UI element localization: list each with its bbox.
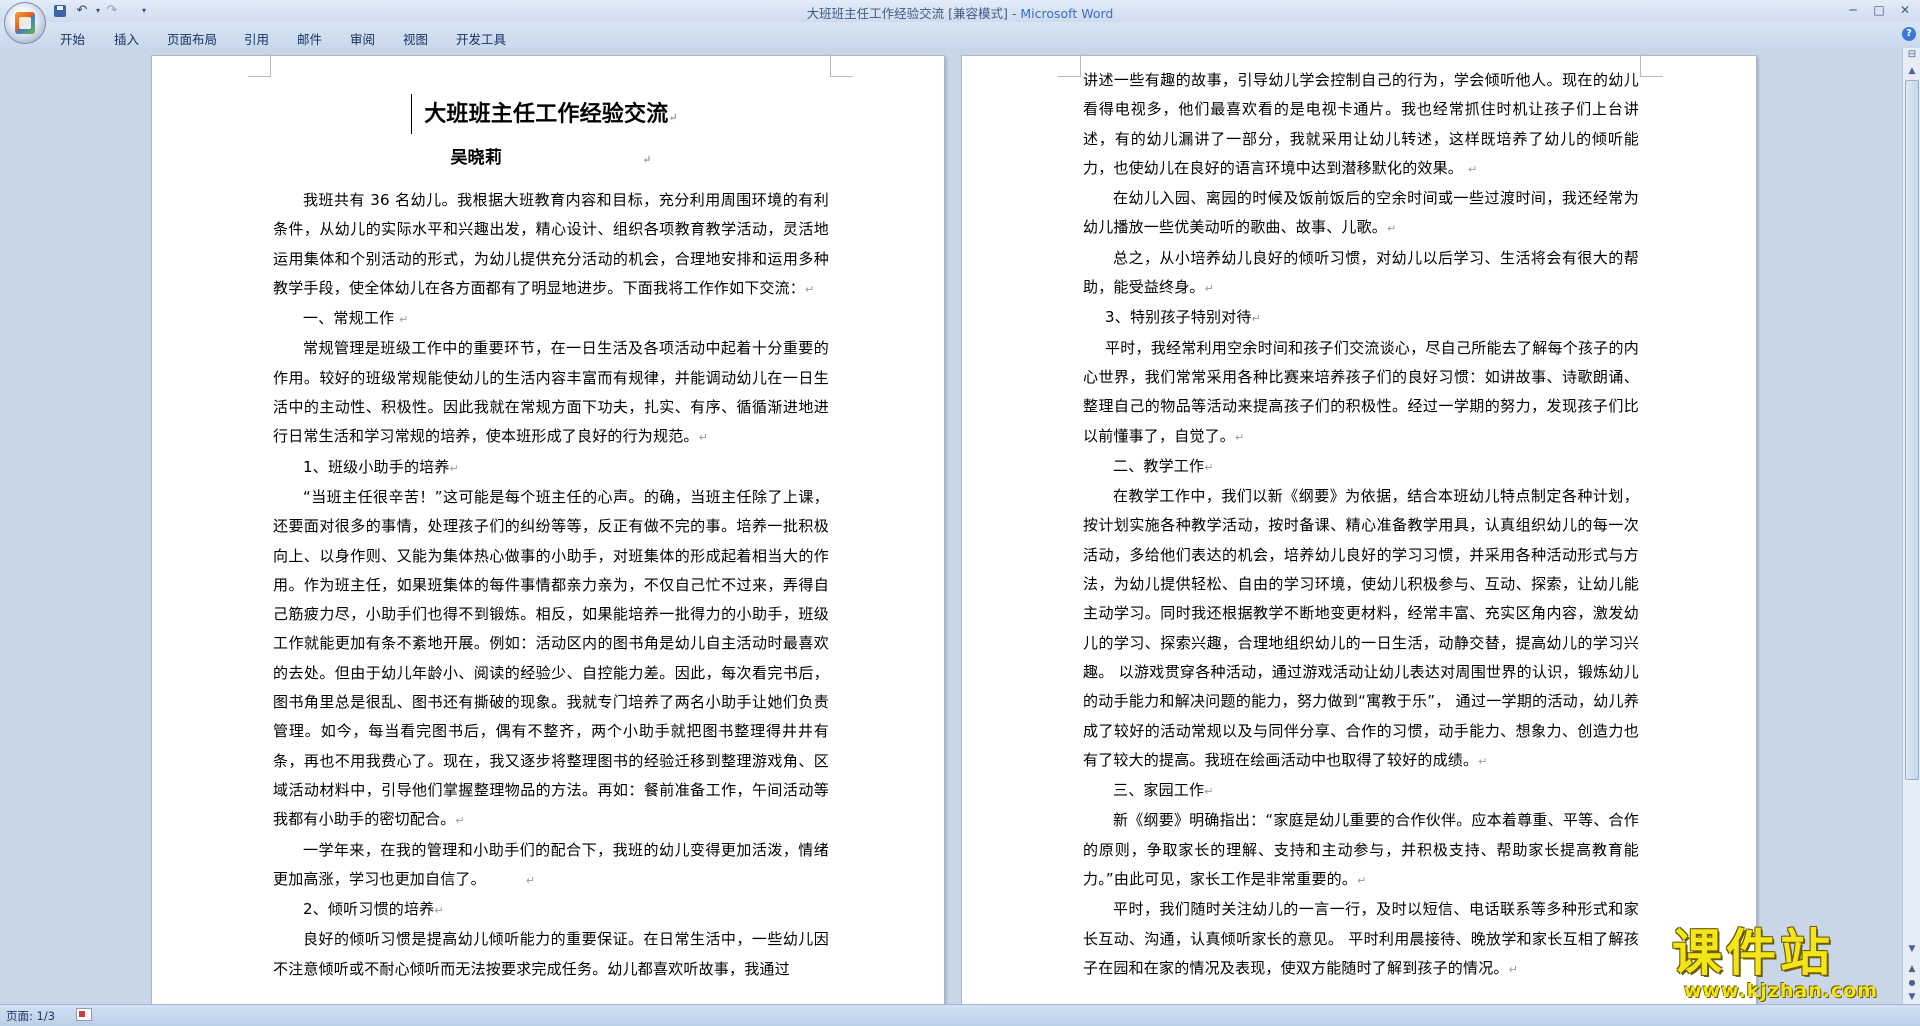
close-button[interactable]: ✕ [1896, 2, 1914, 18]
document-page-1[interactable]: 大班班主任工作经验交流↵ 吴晓莉 ↵ 我班共有 36 名幼儿。我根据大班教育内容和… [152, 54, 944, 1004]
window-title-app: Microsoft Word [1020, 6, 1114, 21]
document-author[interactable]: 吴晓莉 ↵ [273, 138, 829, 180]
paragraph[interactable]: 新《纲要》明确指出：“家庭是幼儿重要的合作伙伴。应本着尊重、平等、合作的原则，争… [1083, 806, 1639, 895]
subsection-heading[interactable]: 1、班级小助手的培养↵ [273, 453, 829, 483]
window-title-document: 大班班主任工作经验交流 [兼容模式] [806, 6, 1008, 21]
title-bar: ↶ ▾ ↷ ▾ 大班班主任工作经验交流 [兼容模式] - Microsoft W… [0, 0, 1920, 22]
vertical-scrollbar[interactable]: ⊟ ▲ ▼ ▲ ● ▼ [1902, 48, 1920, 1004]
office-button-icon [15, 12, 35, 34]
margin-corner-mark [830, 54, 853, 77]
window-title: 大班班主任工作经验交流 [兼容模式] - Microsoft Word [0, 3, 1920, 22]
ribbon-tab-bar: 开始 插入 页面布局 引用 邮件 审阅 视图 开发工具 ? [0, 22, 1920, 49]
page-number-indicator[interactable]: 页面: 1/3 [6, 1008, 55, 1024]
tab-developer[interactable]: 开发工具 [456, 29, 506, 48]
page-2-text[interactable]: 讲述一些有趣的故事，引导幼儿学会控制自己的行为，学会倾听他人。现在的幼儿看得电视… [1083, 66, 1639, 984]
document-page-2[interactable]: 讲述一些有趣的故事，引导幼儿学会控制自己的行为，学会倾听他人。现在的幼儿看得电视… [962, 54, 1756, 1004]
scrollbar-thumb[interactable] [1905, 80, 1919, 780]
watermark-logo: 课件站 www.kjzhan.com [1668, 925, 1918, 1005]
paragraph[interactable]: 在教学工作中，我们以新《纲要》为依据，结合本班幼儿特点制定各种计划，按计划实施各… [1083, 482, 1639, 776]
paragraph[interactable]: 在幼儿入园、离园的时候及饭前饭后的空余时间或一些过渡时间，我还经常为幼儿播放一些… [1083, 184, 1639, 244]
minimize-button[interactable]: ─ [1844, 2, 1862, 18]
paragraph[interactable]: 良好的倾听习惯是提高幼儿倾听能力的重要保证。在日常生活中，一些幼儿因不注意倾听或… [273, 925, 829, 984]
paragraph[interactable]: 我班共有 36 名幼儿。我根据大班教育内容和目标，充分利用周围环境的有利条件，从… [273, 186, 829, 304]
office-button[interactable] [4, 2, 46, 44]
paragraph[interactable]: 平时，我们随时关注幼儿的一言一行，及时以短信、电话联系等多种形式和家长互动、沟通… [1083, 895, 1639, 984]
help-icon[interactable]: ? [1902, 27, 1916, 41]
tab-page-layout[interactable]: 页面布局 [167, 29, 217, 48]
margin-corner-mark [248, 54, 271, 77]
tab-review[interactable]: 审阅 [350, 29, 375, 48]
status-bar: 页面: 1/3 [0, 1004, 1920, 1026]
proofing-status-icon[interactable] [76, 1008, 92, 1021]
view-ruler-button[interactable]: ⊟ [1905, 48, 1919, 62]
window-title-separator: - [1007, 6, 1021, 21]
section-heading[interactable]: 二、教学工作↵ [1083, 452, 1639, 482]
section-heading[interactable]: 一、常规工作 ↵ [273, 304, 829, 334]
section-heading[interactable]: 三、家园工作↵ [1083, 776, 1639, 806]
document-area[interactable]: 大班班主任工作经验交流↵ 吴晓莉 ↵ 我班共有 36 名幼儿。我根据大班教育内容和… [0, 48, 1902, 1004]
watermark-text: 课件站 [1672, 923, 1834, 982]
paragraph[interactable]: 常规管理是班级工作中的重要环节，在一日生活及各项活动中起着十分重要的作用。较好的… [273, 334, 829, 452]
scroll-up-button[interactable]: ▲ [1905, 64, 1919, 78]
margin-corner-mark [1640, 54, 1663, 77]
paragraph[interactable]: 讲述一些有趣的故事，引导幼儿学会控制自己的行为，学会倾听他人。现在的幼儿看得电视… [1083, 66, 1639, 184]
paragraph[interactable]: 平时，我经常利用空余时间和孩子们交流谈心，尽自己所能去了解每个孩子的内心世界，我… [1083, 334, 1639, 452]
document-title[interactable]: 大班班主任工作经验交流↵ [273, 94, 829, 138]
subsection-heading[interactable]: 3、特别孩子特别对待↵ [1083, 303, 1639, 333]
paragraph[interactable]: 一学年来，在我的管理和小助手们的配合下，我班的幼儿变得更加活泼，情绪更加高涨，学… [273, 836, 829, 896]
page-1-text[interactable]: 大班班主任工作经验交流↵ 吴晓莉 ↵ 我班共有 36 名幼儿。我根据大班教育内容和… [273, 70, 829, 984]
maximize-button[interactable]: □ [1870, 2, 1888, 18]
watermark-url: www.kjzhan.com [1684, 980, 1879, 1002]
tab-insert[interactable]: 插入 [114, 29, 139, 48]
paragraph[interactable]: “当班主任很辛苦！”这可能是每个班主任的心声。的确，当班主任除了上课，还要面对很… [273, 483, 829, 836]
tab-home[interactable]: 开始 [60, 29, 85, 48]
tab-references[interactable]: 引用 [244, 29, 269, 48]
margin-corner-mark [1058, 54, 1081, 77]
paragraph[interactable]: 总之，从小培养幼儿良好的倾听习惯，对幼儿以后学习、生活将会有很大的帮助，能受益终… [1083, 244, 1639, 304]
tab-mailings[interactable]: 邮件 [297, 29, 322, 48]
subsection-heading[interactable]: 2、倾听习惯的培养↵ [273, 895, 829, 925]
tab-view[interactable]: 视图 [403, 29, 428, 48]
